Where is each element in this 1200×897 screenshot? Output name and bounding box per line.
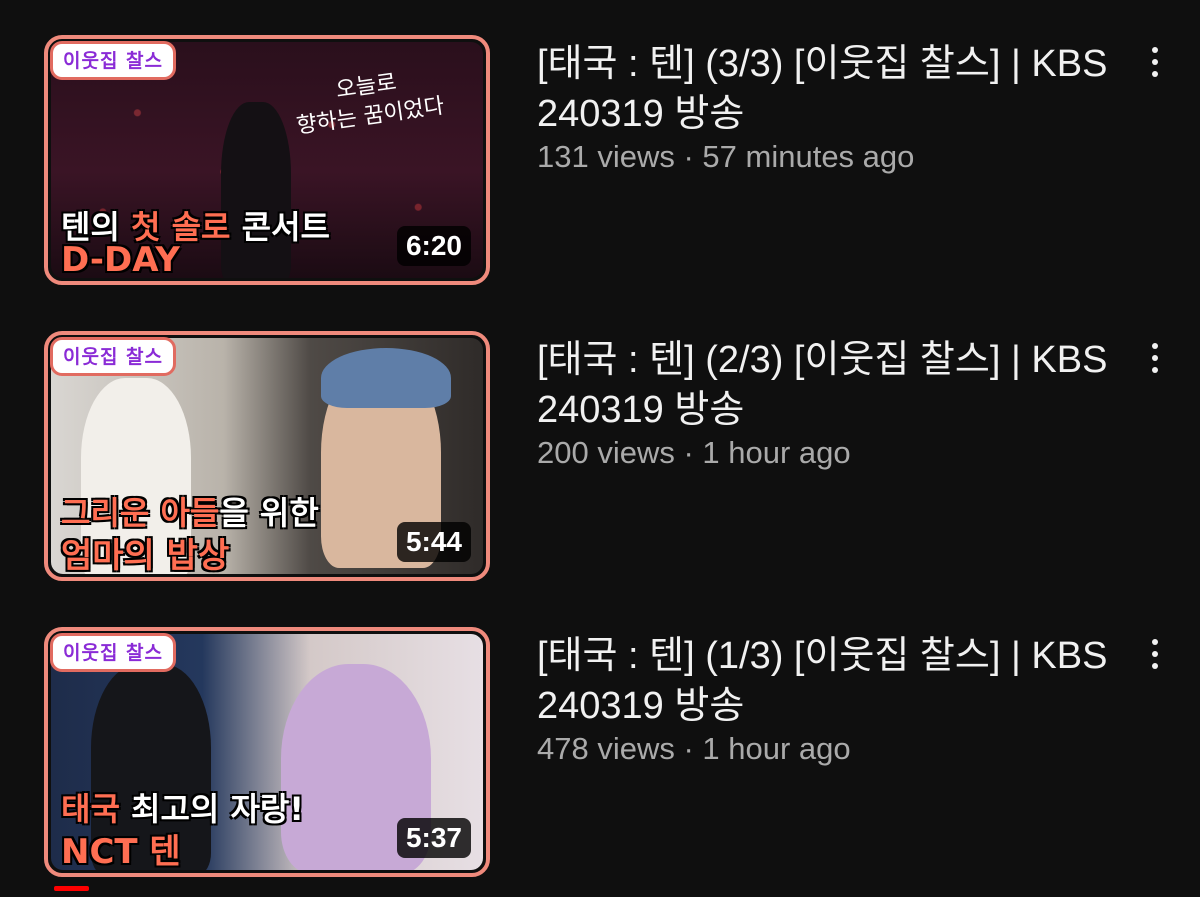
- video-thumbnail[interactable]: 오늘로 향하는 꿈이었다 텐의 첫 솔로 콘서트 D-DAY 6:20 이웃집 …: [44, 35, 490, 285]
- thumbnail-caption-line2: NCT 텐: [61, 832, 181, 870]
- video-meta: 200 views · 1 hour ago: [537, 435, 851, 470]
- duration-badge: 5:44: [396, 522, 471, 562]
- cap-shape: [321, 348, 451, 408]
- channel-badge: 이웃집 찰스: [50, 633, 177, 672]
- video-item[interactable]: 그리운 아들을 위한 엄마의 밥상 5:44 이웃집 찰스 [태국 : 텐] (…: [0, 331, 1200, 591]
- view-count: 131 views: [537, 139, 675, 174]
- duration-badge: 6:20: [396, 226, 471, 266]
- video-thumbnail[interactable]: 태국 최고의 자랑! NCT 텐 5:37 이웃집 찰스: [44, 627, 490, 877]
- video-item[interactable]: 오늘로 향하는 꿈이었다 텐의 첫 솔로 콘서트 D-DAY 6:20 이웃집 …: [0, 35, 1200, 295]
- more-options-icon[interactable]: [1138, 639, 1172, 679]
- watch-progress-bar: [54, 886, 89, 891]
- video-title[interactable]: [태국 : 텐] (2/3) [이웃집 찰스] | KBS 240319 방송: [537, 335, 1117, 435]
- video-meta: 478 views · 1 hour ago: [537, 731, 851, 766]
- upload-time: 57 minutes ago: [702, 139, 915, 174]
- performer-figure: [221, 102, 291, 278]
- more-options-icon[interactable]: [1138, 343, 1172, 383]
- video-thumbnail[interactable]: 그리운 아들을 위한 엄마의 밥상 5:44 이웃집 찰스: [44, 331, 490, 581]
- video-title[interactable]: [태국 : 텐] (3/3) [이웃집 찰스] | KBS 240319 방송: [537, 39, 1117, 139]
- duration-badge: 5:37: [396, 818, 471, 858]
- channel-badge: 이웃집 찰스: [50, 41, 177, 80]
- view-count: 478 views: [537, 731, 675, 766]
- video-title[interactable]: [태국 : 텐] (1/3) [이웃집 찰스] | KBS 240319 방송: [537, 631, 1117, 731]
- thumbnail-caption-line2: D-DAY: [61, 240, 180, 278]
- upload-time: 1 hour ago: [702, 731, 851, 766]
- channel-badge: 이웃집 찰스: [50, 337, 177, 376]
- thumbnail-caption-line2: 엄마의 밥상: [61, 536, 230, 574]
- more-options-icon[interactable]: [1138, 47, 1172, 87]
- thumbnail-handwriting: 오늘로 향하는 꿈이었다: [295, 70, 447, 140]
- upload-time: 1 hour ago: [702, 435, 851, 470]
- video-item[interactable]: 태국 최고의 자랑! NCT 텐 5:37 이웃집 찰스 [태국 : 텐] (1…: [0, 627, 1200, 891]
- video-meta: 131 views · 57 minutes ago: [537, 139, 915, 174]
- view-count: 200 views: [537, 435, 675, 470]
